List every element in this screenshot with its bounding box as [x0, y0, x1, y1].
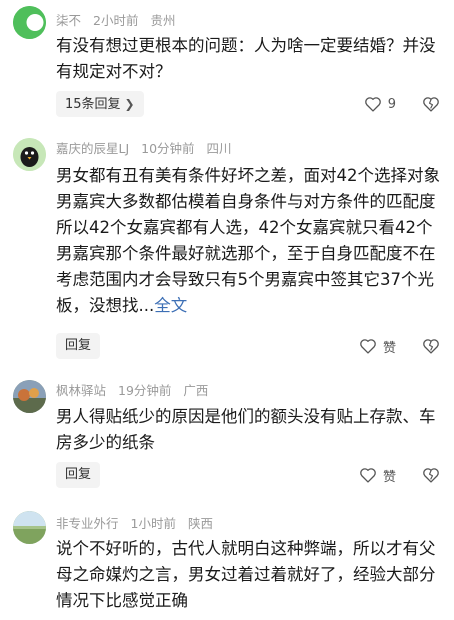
timestamp: 10分钟前: [141, 141, 195, 156]
location: 贵州: [150, 13, 176, 28]
dislike-button[interactable]: [422, 338, 440, 354]
username[interactable]: 柒不: [56, 13, 81, 28]
green-toggle-icon[interactable]: [13, 6, 46, 39]
chevron-right-icon: ❯: [124, 97, 135, 111]
comment-list: 柒不 2小时前 贵州 有没有想过更根本的问题：人为啥一定要结婚？并没有规定对不对…: [0, 0, 454, 620]
like-button[interactable]: 9: [364, 96, 396, 112]
heart-icon: [364, 97, 381, 112]
heart-icon: [360, 339, 376, 354]
comment-text-content: 男女都有丑有美有条件好坏之差，面对42个选择对象男嘉宾大多数都估模着自身条件与对…: [56, 166, 440, 315]
replies-button[interactable]: 15条回复 ❯: [56, 91, 144, 117]
comment-meta: 枫林驿站 19分钟前 广西: [56, 380, 216, 399]
replies-label: 15条回复: [65, 97, 121, 112]
broken-heart-icon: [423, 97, 439, 112]
bird-avatar-icon[interactable]: [13, 138, 46, 171]
username[interactable]: 嘉庆的辰星LJ: [56, 141, 129, 156]
like-button[interactable]: 赞: [359, 337, 396, 356]
location: 四川: [206, 141, 232, 156]
comment-meta: 非专业外行 1小时前 陕西: [56, 513, 221, 532]
broken-heart-icon: [423, 468, 439, 483]
comment-meta: 嘉庆的辰星LJ 10分钟前 四川: [56, 138, 240, 157]
comment-actions: 9: [364, 91, 440, 117]
dislike-button[interactable]: [422, 467, 440, 483]
comment-item: 嘉庆的辰星LJ 10分钟前 四川 男女都有丑有美有条件好坏之差，面对42个选择对…: [0, 128, 454, 368]
timestamp: 19分钟前: [118, 383, 172, 398]
reply-button[interactable]: 回复: [56, 333, 101, 359]
timestamp: 1小时前: [130, 516, 176, 531]
dislike-button[interactable]: [422, 96, 440, 112]
reply-button[interactable]: 回复: [56, 462, 101, 488]
location: 广西: [183, 383, 209, 398]
like-count: 9: [387, 96, 396, 112]
comment-text[interactable]: 有没有想过更根本的问题：人为啥一定要结婚？并没有规定对不对？: [56, 33, 442, 85]
comment-text[interactable]: 男女都有丑有美有条件好坏之差，面对42个选择对象男嘉宾大多数都估模着自身条件与对…: [56, 163, 442, 319]
comment-item: 柒不 2小时前 贵州 有没有想过更根本的问题：人为啥一定要结婚？并没有规定对不对…: [0, 0, 454, 125]
location: 陕西: [187, 516, 213, 531]
broken-heart-icon: [423, 339, 439, 354]
heart-icon: [360, 468, 376, 483]
field-avatar-icon[interactable]: [13, 511, 46, 544]
like-button[interactable]: 赞: [359, 466, 396, 485]
comment-item: 枫林驿站 19分钟前 广西 男人得贴纸少的原因是他们的额头没有贴上存款、车房多少…: [0, 372, 454, 500]
comment-actions: 赞: [359, 462, 440, 488]
like-label: 赞: [382, 340, 396, 356]
comment-text[interactable]: 说个不好听的，古代人就明白这种弊端，所以才有父母之命媒灼之言，男女过着过着就好了…: [56, 536, 442, 614]
comment-item: 非专业外行 1小时前 陕西 说个不好听的，古代人就明白这种弊端，所以才有父母之命…: [0, 505, 454, 620]
username[interactable]: 非专业外行: [56, 516, 119, 531]
comment-actions: 赞: [359, 333, 440, 359]
comment-text[interactable]: 男人得贴纸少的原因是他们的额头没有贴上存款、车房多少的纸条: [56, 404, 442, 456]
timestamp: 2小时前: [93, 13, 139, 28]
full-text-link[interactable]: 全文: [154, 296, 187, 315]
like-label: 赞: [382, 469, 396, 485]
username[interactable]: 枫林驿站: [56, 383, 106, 398]
comment-meta: 柒不 2小时前 贵州: [56, 10, 183, 29]
landscape-avatar-icon[interactable]: [13, 380, 46, 413]
